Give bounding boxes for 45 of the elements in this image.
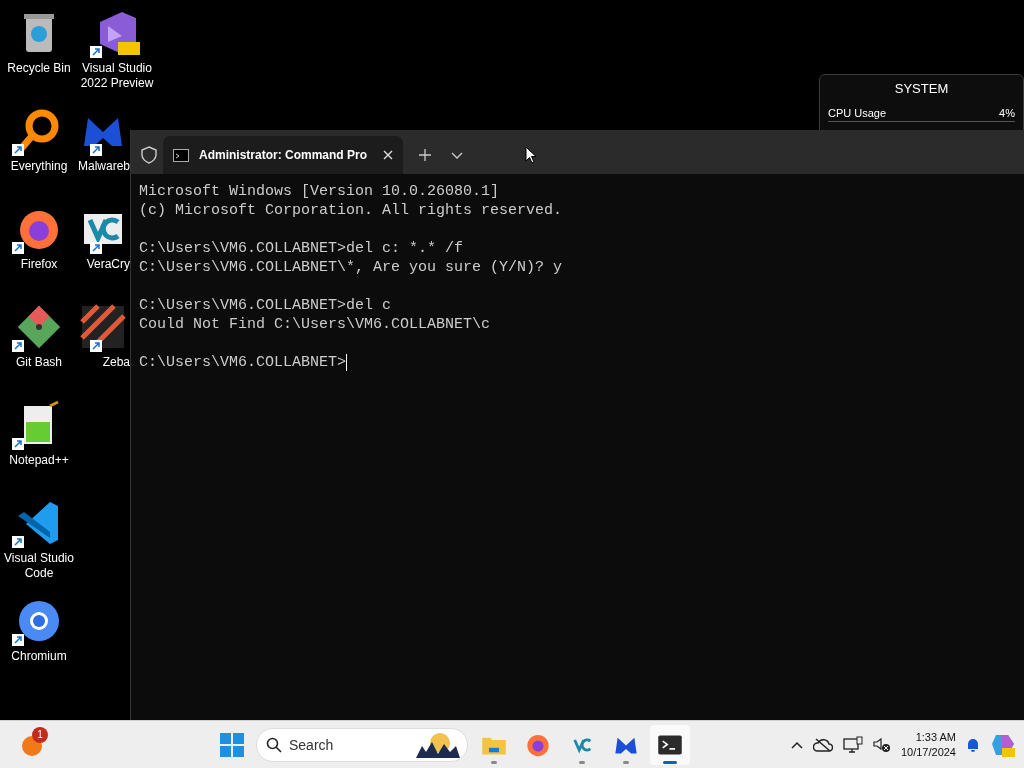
new-tab-icon[interactable] — [419, 149, 431, 161]
metric-value: 4% — [999, 105, 1015, 121]
console-line: C:\Users\VM6.COLLABNET>del c — [139, 296, 393, 315]
console-line: (c) Microsoft Corporation. All rights reserved. — [139, 201, 564, 220]
icon-label: Visual Studio 2022 Preview — [79, 61, 155, 91]
speaker-muted-icon[interactable] — [872, 736, 891, 753]
network-icon[interactable] — [842, 735, 863, 754]
windows-logo-icon — [220, 732, 244, 757]
icon-label: Firefox — [20, 257, 58, 272]
icon-label: Git Bash — [16, 355, 62, 370]
landscape-icon — [416, 731, 460, 758]
widget-title: SYSTEM — [893, 80, 950, 98]
cloud-icon[interactable] — [812, 737, 833, 752]
bell-icon[interactable] — [966, 736, 980, 753]
mouse-pointer-icon — [525, 146, 537, 164]
icon-label: Visual Studio Code — [3, 551, 75, 581]
console-line: Could Not Find C:\Users\VM6.COLLABNET\c — [139, 315, 492, 334]
icon-label: Chromium — [11, 649, 67, 664]
console-line: C:\Users\VM6.COLLABNET>del c: *.* /f — [139, 239, 465, 258]
icon-label: VeraCry — [86, 257, 130, 272]
console-line: C:\Users\VM6.COLLABNET> — [139, 353, 349, 372]
console-line: C:\Users\VM6.COLLABNET\*, Are you sure (Y/N)? y — [139, 258, 564, 277]
clock-date-text: 10/17/2024 — [900, 744, 956, 760]
text-cursor — [346, 353, 348, 371]
shield-icon — [141, 146, 157, 164]
dropdown-chevron-icon[interactable] — [451, 152, 463, 160]
search-icon — [266, 736, 282, 753]
chevron-up-icon[interactable] — [790, 740, 803, 749]
icon-label: Recycle Bin — [7, 61, 71, 76]
icon-label: Everything — [10, 159, 68, 174]
taskbar-app-button[interactable] — [650, 724, 690, 765]
close-icon[interactable] — [383, 150, 393, 160]
console-line: Microsoft Windows [Version 10.0.26080.1] — [139, 182, 501, 201]
icon-label: Malwareb — [77, 159, 130, 174]
clock-time: 1:33 AM — [914, 729, 956, 745]
icon-label: Notepad++ — [9, 453, 69, 468]
terminal-tab[interactable]: Administrator: Command Pro — [163, 136, 403, 174]
tab-title: Administrator: Command Pro — [199, 147, 367, 164]
search-field[interactable]: Search — [256, 727, 468, 762]
notification-badge: 1 — [32, 726, 48, 743]
metric-label: CPU Usage — [828, 105, 887, 121]
icon-label: Zeba — [102, 355, 130, 370]
clock-date[interactable]: 1:33 AM 10/17/2024 — [900, 729, 956, 760]
notification-app-button[interactable]: 1 — [12, 724, 52, 765]
cmd-icon — [173, 148, 189, 162]
